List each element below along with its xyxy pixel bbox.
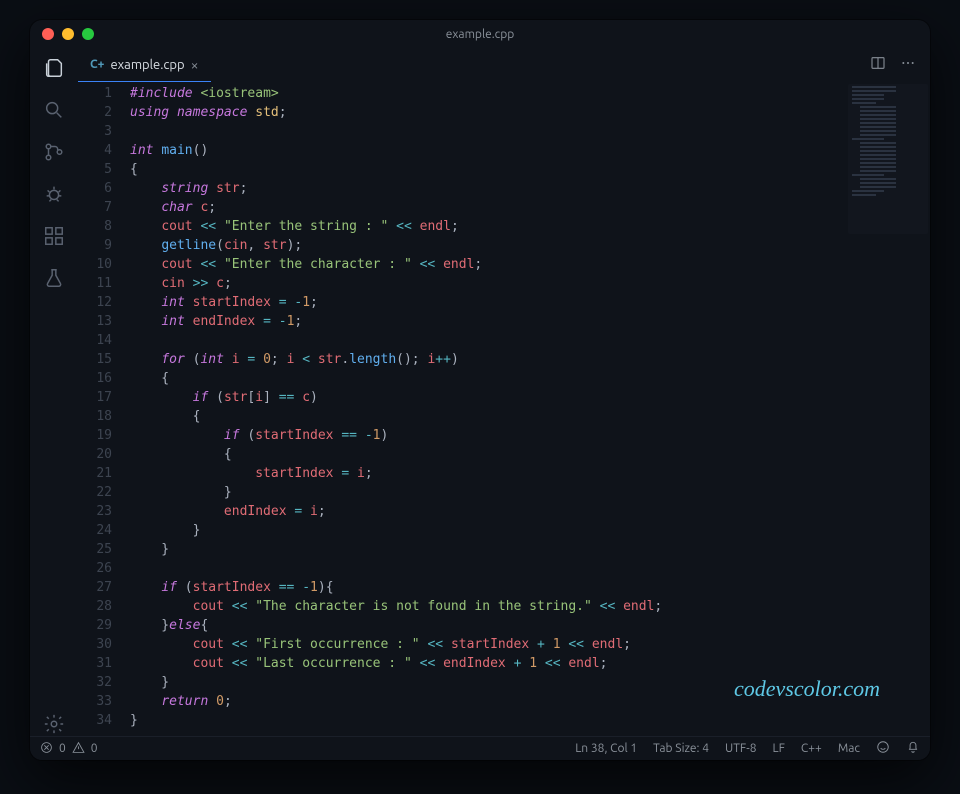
errors-count[interactable]: 0 bbox=[59, 742, 66, 755]
code-line: getline(cin, str); bbox=[130, 236, 930, 255]
code-line: } bbox=[130, 483, 930, 502]
code-line: cin >> c; bbox=[130, 274, 930, 293]
code-line bbox=[130, 559, 930, 578]
code-line: cout << "First occurrence : " << startIn… bbox=[130, 635, 930, 654]
titlebar: example.cpp bbox=[30, 20, 930, 48]
os-indicator[interactable]: Mac bbox=[838, 742, 860, 755]
code-line: }else{ bbox=[130, 616, 930, 635]
maximize-window-button[interactable] bbox=[82, 28, 94, 40]
minimize-window-button[interactable] bbox=[62, 28, 74, 40]
editor-window: example.cpp bbox=[30, 20, 930, 760]
code-line: startIndex = i; bbox=[130, 464, 930, 483]
activity-bar bbox=[30, 48, 78, 736]
code-line: using namespace std; bbox=[130, 103, 930, 122]
close-tab-icon[interactable]: × bbox=[191, 57, 199, 73]
code-line bbox=[130, 331, 930, 350]
code-line: cout << "Last occurrence : " << endIndex… bbox=[130, 654, 930, 673]
close-window-button[interactable] bbox=[42, 28, 54, 40]
tab-example-cpp[interactable]: C+ example.cpp × bbox=[78, 48, 211, 82]
code-line: for (int i = 0; i < str.length(); i++) bbox=[130, 350, 930, 369]
code-line: endIndex = i; bbox=[130, 502, 930, 521]
window-title: example.cpp bbox=[446, 28, 515, 41]
code-line: int main() bbox=[130, 141, 930, 160]
extensions-icon[interactable] bbox=[42, 224, 66, 248]
source-control-icon[interactable] bbox=[42, 140, 66, 164]
cursor-position[interactable]: Ln 38, Col 1 bbox=[575, 742, 637, 755]
code-line: int endIndex = -1; bbox=[130, 312, 930, 331]
flask-icon[interactable] bbox=[42, 266, 66, 290]
line-number-gutter: 1234567891011121314151617181920212223242… bbox=[78, 82, 130, 736]
editor-body[interactable]: 1234567891011121314151617181920212223242… bbox=[78, 82, 930, 736]
minimap[interactable] bbox=[848, 84, 928, 234]
code-line: string str; bbox=[130, 179, 930, 198]
encoding[interactable]: UTF-8 bbox=[725, 742, 756, 755]
window-controls bbox=[42, 28, 94, 40]
code-line: } bbox=[130, 711, 930, 730]
code-line: int startIndex = -1; bbox=[130, 293, 930, 312]
code-line: } bbox=[130, 540, 930, 559]
main-row: C+ example.cpp × 12345678910111213141516… bbox=[30, 48, 930, 736]
code-line: } bbox=[130, 521, 930, 540]
code-line: { bbox=[130, 369, 930, 388]
code-content[interactable]: #include <iostream>using namespace std; … bbox=[130, 82, 930, 736]
code-line: return 0; bbox=[130, 692, 930, 711]
code-line bbox=[130, 122, 930, 141]
more-actions-icon[interactable] bbox=[900, 55, 916, 75]
debug-icon[interactable] bbox=[42, 182, 66, 206]
code-line: { bbox=[130, 445, 930, 464]
errors-icon[interactable] bbox=[40, 741, 53, 757]
settings-gear-icon[interactable] bbox=[42, 712, 66, 736]
tab-bar: C+ example.cpp × bbox=[78, 48, 930, 82]
editor-area: C+ example.cpp × 12345678910111213141516… bbox=[78, 48, 930, 736]
code-line: cout << "The character is not found in t… bbox=[130, 597, 930, 616]
tabbar-actions bbox=[870, 48, 930, 82]
code-line: } bbox=[130, 673, 930, 692]
code-line: if (str[i] == c) bbox=[130, 388, 930, 407]
bell-icon[interactable] bbox=[906, 740, 920, 757]
code-line: #include <iostream> bbox=[130, 84, 930, 103]
search-icon[interactable] bbox=[42, 98, 66, 122]
language-mode[interactable]: C++ bbox=[801, 742, 822, 755]
feedback-icon[interactable] bbox=[876, 740, 890, 757]
status-bar: 0 0 Ln 38, Col 1 Tab Size: 4 UTF-8 LF C+… bbox=[30, 736, 930, 760]
code-line: if (startIndex == -1){ bbox=[130, 578, 930, 597]
tab-filename: example.cpp bbox=[110, 58, 184, 72]
code-line: char c; bbox=[130, 198, 930, 217]
code-line: if (startIndex == -1) bbox=[130, 426, 930, 445]
code-line: { bbox=[130, 160, 930, 179]
explorer-icon[interactable] bbox=[42, 56, 66, 80]
cpp-file-icon: C+ bbox=[90, 58, 104, 71]
code-line: cout << "Enter the character : " << endl… bbox=[130, 255, 930, 274]
indentation[interactable]: Tab Size: 4 bbox=[653, 742, 709, 755]
warnings-icon[interactable] bbox=[72, 741, 85, 757]
split-editor-icon[interactable] bbox=[870, 55, 886, 75]
warnings-count[interactable]: 0 bbox=[91, 742, 98, 755]
code-line: { bbox=[130, 407, 930, 426]
code-line: cout << "Enter the string : " << endl; bbox=[130, 217, 930, 236]
eol[interactable]: LF bbox=[772, 742, 784, 755]
